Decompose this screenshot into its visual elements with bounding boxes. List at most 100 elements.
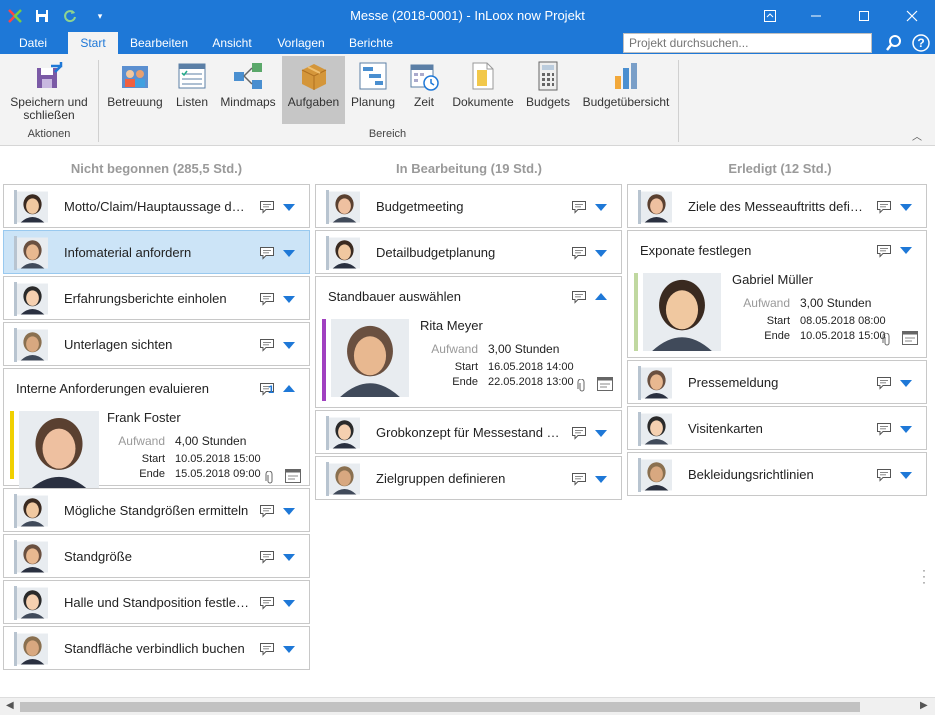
expand-arrow-icon[interactable] [283,250,295,257]
ribbon-display-options-icon[interactable] [747,2,793,30]
start-date-label: Start [766,315,790,327]
expand-arrow-icon[interactable] [283,204,295,211]
tab-bearbeiten[interactable]: Bearbeiten [124,32,194,54]
comment-icon[interactable] [876,244,892,258]
maximize-icon[interactable] [841,2,887,30]
comment-icon[interactable] [259,642,275,656]
tab-start[interactable]: Start [68,32,118,54]
task-card[interactable]: Infomaterial anfordern [3,230,310,274]
collapse-arrow-icon[interactable] [283,385,295,392]
task-card[interactable]: Standfläche verbindlich buchen [3,626,310,670]
effort-value: 3,00 Stunden [800,296,872,310]
expand-arrow-icon[interactable] [595,250,607,257]
task-card[interactable]: Visitenkarten [627,406,927,450]
task-card[interactable]: Pressemeldung [627,360,927,404]
minimize-icon[interactable] [793,2,839,30]
task-card[interactable]: Bekleidungsrichtlinien [627,452,927,496]
task-title: Exponate festlegen [640,243,752,258]
comment-icon[interactable] [259,550,275,564]
attachment-icon[interactable] [882,332,898,347]
task-card[interactable]: Detailbudgetplanung [315,230,622,274]
comment-icon[interactable] [876,422,892,436]
zeit-button[interactable]: Zeit [403,56,445,124]
comment-icon[interactable] [571,290,587,304]
horizontal-scrollbar[interactable]: ◀ ▶ [0,697,935,715]
expand-arrow-icon[interactable] [283,508,295,515]
task-card[interactable]: Ziele des Messeauftritts definie... [627,184,927,228]
task-card[interactable]: Halle und Standposition festleg... [3,580,310,624]
comment-icon[interactable] [259,338,275,352]
comment-icon[interactable] [876,200,892,214]
search-input[interactable] [623,33,872,53]
comment-icon[interactable] [259,246,275,260]
planung-button[interactable]: Planung [347,56,399,124]
attachment-icon[interactable] [577,378,593,393]
task-title: Infomaterial anfordern [64,245,192,260]
task-card[interactable]: Standgröße [3,534,310,578]
aufgaben-button[interactable]: Aufgaben [282,56,345,124]
tab-vorlagen[interactable]: Vorlagen [270,32,332,54]
comment-icon[interactable] [571,472,587,486]
task-details-icon[interactable] [902,331,918,345]
expand-arrow-icon[interactable] [283,600,295,607]
comment-icon[interactable] [259,596,275,610]
expand-arrow-icon[interactable] [900,380,912,387]
collapse-arrow-icon[interactable] [595,293,607,300]
attachment-icon[interactable] [265,470,281,485]
task-card[interactable]: Erfahrungsberichte einholen [3,276,310,320]
expand-arrow-icon[interactable] [900,247,912,254]
resize-handle-icon[interactable]: · · · [922,564,926,588]
budgets-button[interactable]: Budgets [521,56,575,124]
save-and-close-button[interactable]: Speichern und schließen [6,56,92,124]
task-card[interactable]: Motto/Claim/Hauptaussage def... [3,184,310,228]
scrollbar-thumb[interactable] [20,702,860,712]
task-title: Visitenkarten [688,421,763,436]
comment-icon[interactable] [259,292,275,306]
expand-arrow-icon[interactable] [900,472,912,479]
expand-arrow-icon[interactable] [283,342,295,349]
comment-icon[interactable] [259,504,275,518]
tab-ansicht[interactable]: Ansicht [204,32,260,54]
task-card[interactable]: Zielgruppen definieren [315,456,622,500]
mindmaps-button[interactable]: Mindmaps [218,56,278,124]
comment-icon[interactable] [876,468,892,482]
task-card[interactable]: Interne Anforderungen evaluieren 1 Frank F… [3,368,310,491]
expand-arrow-icon[interactable] [283,646,295,653]
avatar [326,236,360,270]
task-card[interactable]: Unterlagen sichten [3,322,310,366]
expand-arrow-icon[interactable] [283,554,295,561]
collapse-ribbon-icon[interactable]: ︿ [912,128,922,143]
search-icon[interactable] [883,32,905,54]
tab-datei[interactable]: Datei [10,32,56,54]
budgetuebersicht-button[interactable]: Budgetübersicht [579,56,673,124]
expand-arrow-icon[interactable] [900,204,912,211]
close-icon[interactable] [889,2,935,30]
expand-arrow-icon[interactable] [595,204,607,211]
comment-icon[interactable] [876,376,892,390]
dokumente-button[interactable]: Dokumente [449,56,517,124]
gantt-icon [359,62,387,90]
expand-arrow-icon[interactable] [595,430,607,437]
expand-arrow-icon[interactable] [595,476,607,483]
task-details-icon[interactable] [597,377,613,391]
expand-arrow-icon[interactable] [900,426,912,433]
tab-berichte[interactable]: Berichte [342,32,400,54]
task-card[interactable]: Budgetmeeting [315,184,622,228]
expand-arrow-icon[interactable] [283,296,295,303]
comment-icon[interactable] [571,246,587,260]
comment-icon[interactable] [571,426,587,440]
comment-icon[interactable] [259,200,275,214]
task-card[interactable]: Mögliche Standgrößen ermitteln [3,488,310,532]
end-date-value: 15.05.2018 09:00 [175,468,261,480]
start-date-label: Start [454,361,478,373]
betreuung-button[interactable]: Betreuung [104,56,166,124]
comment-icon[interactable] [571,200,587,214]
task-details-icon[interactable] [285,469,301,483]
help-icon[interactable]: ? [910,32,932,54]
task-card[interactable]: Grobkonzept für Messestand e... [315,410,622,454]
scroll-right-icon[interactable]: ▶ [920,700,928,711]
task-card[interactable]: Standbauer auswählen Rita Meyer Aufwand 3,0… [315,276,622,408]
listen-button[interactable]: Listen [170,56,214,124]
task-card[interactable]: Exponate festlegen Gabriel Müller Aufwand 3… [627,230,927,358]
scroll-left-icon[interactable]: ◀ [6,700,14,711]
